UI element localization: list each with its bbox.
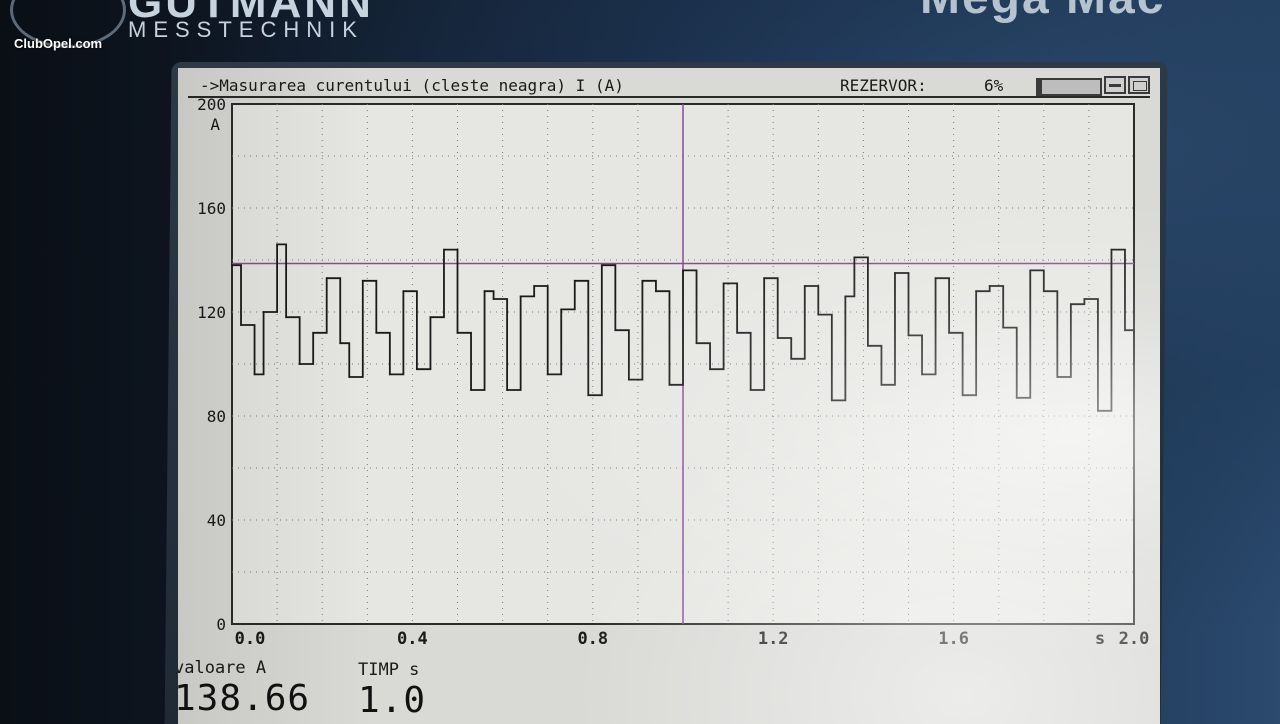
waveform-point [830,399,833,402]
waveform-point [776,337,779,339]
waveform-point [894,272,896,274]
waveform-point [470,389,472,391]
waveform-point [416,368,418,371]
waveform-point [339,342,342,345]
waveform-point [934,277,937,280]
waveform-point [285,316,288,319]
x-tick-label: 0.8 [577,629,608,649]
waveform-point [655,290,657,293]
waveform-point [348,376,351,378]
waveform-point [325,277,328,280]
waveform-point [736,331,739,334]
readout-bar: valoare A 138.66 TIMP s 1.0 [178,656,1160,724]
waveform-point [682,269,684,272]
waveform-point [1029,269,1032,272]
y-tick-label: 80 [207,407,226,426]
x-tick-label: 0.0 [235,629,266,649]
waveform-point [867,344,869,347]
waveform-point [1110,248,1113,251]
waveform-point [533,285,536,287]
y-tick-label: 160 [197,199,226,218]
scene: GUTMANN MESSTECHNIK ClubOpel.com Mega Ma… [0,0,1280,724]
waveform-point [276,243,278,246]
waveform-point [948,331,950,334]
waveform-point [429,316,432,319]
waveform-point [921,373,923,376]
waveform-point [573,279,576,282]
waveform-point [253,373,256,376]
waveform-point [587,394,590,397]
waveform-point [853,256,856,259]
x-tick-label: 2.0 [1119,629,1150,649]
waveform-point [240,324,242,326]
waveform-point [961,394,964,397]
waveform-point [1002,326,1005,329]
time-label: TIMP s [358,660,420,680]
x-tick-label: 1.2 [758,629,789,649]
time-readout: 1.0 [358,680,427,721]
x-tick-label: 0.4 [397,629,428,649]
waveform-point [1133,363,1135,365]
y-tick-label: 0 [216,615,226,634]
watermark: ClubOpel.com [14,36,103,51]
waveform-point [375,331,378,334]
waveform-point [695,342,698,345]
oscilloscope-screen: ->Masurarea curentului (cleste neagra) I… [178,68,1160,724]
waveform-point [763,277,766,280]
waveform-point [880,383,883,386]
waveform-point [262,311,265,313]
x-tick-label: 1.6 [938,629,969,649]
waveform-point [975,290,978,293]
waveform-point [1056,376,1059,378]
waveform-point [519,295,522,298]
waveform-point [1015,396,1018,399]
waveform-point [988,285,991,287]
x-axis-unit-label: s [1095,629,1105,649]
waveform-point [483,290,486,293]
waveform-point [231,264,233,267]
y-tick-label: 40 [207,511,226,530]
waveform-point [1083,298,1086,300]
waveform-point [817,313,820,316]
waveform-point [709,368,711,371]
waveform-point [492,298,495,300]
value-label: valoare A [178,658,267,678]
waveform-point [1124,329,1126,332]
waveform-point [844,295,847,298]
waveform-point [803,285,806,287]
waveform-point [722,282,725,285]
waveform-point [641,279,644,282]
waveform-point [749,389,752,391]
waveform-point [907,334,910,337]
value-readout: 138.66 [178,678,311,719]
waveform-point [1069,303,1072,306]
waveform-point [298,363,301,365]
current-waveform-chart: 0 40 80 120 160 200A 0.0 0.4 0.8 1.2 1.6 2.0 s [197,95,1150,649]
waveform-point [1097,409,1099,412]
waveform-point [361,279,364,282]
waveform-point [456,331,459,334]
y-tick-label: 120 [197,303,226,322]
waveform-point [506,389,509,391]
waveform-point [614,329,617,332]
waveform-point [600,264,603,267]
waveform-point [1042,290,1045,293]
y-tick-label: 200 [197,95,226,114]
y-axis-unit-label: A [210,115,220,134]
waveform-point [790,357,793,360]
waveform-point [560,308,563,311]
device-brand-sub: MESSTECHNIK [128,17,364,42]
waveform-point [627,378,630,381]
waveform-point [402,290,405,293]
device-product-name: Mega Mac [920,0,1165,25]
waveform-point [443,248,445,251]
waveform-point [546,373,549,376]
waveform-point [312,331,315,334]
waveform-point [668,383,671,386]
waveform-point [388,373,391,376]
